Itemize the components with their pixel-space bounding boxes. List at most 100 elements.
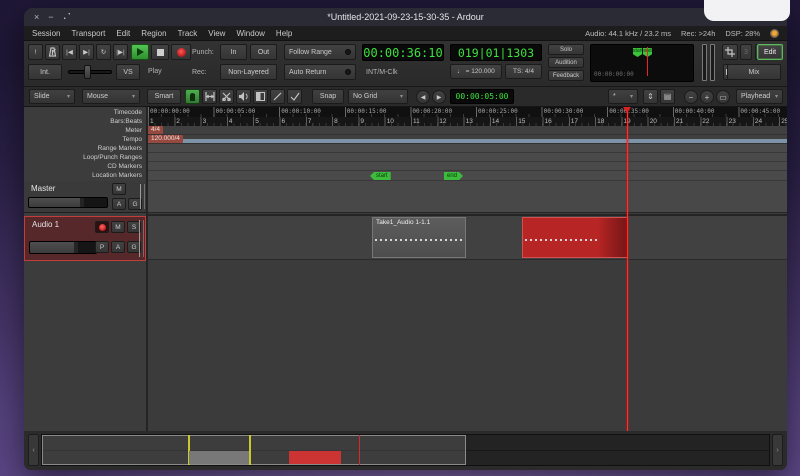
draw-tool-button[interactable] [270, 89, 285, 104]
ruler-label[interactable]: Range Markers [24, 144, 146, 153]
meter-ruler[interactable]: 4/4 [148, 126, 787, 135]
tempo-chip[interactable]: 120.000/4 [148, 135, 183, 143]
audio1-a-button[interactable]: A [111, 241, 125, 253]
audio1-track-header[interactable]: Audio 1 M S P A G [24, 216, 146, 261]
timecode-ruler[interactable]: 00:00:00:0000:00:05:0000:00:10:0000:00:1… [148, 107, 787, 117]
playhead-marker[interactable] [623, 107, 631, 113]
bbt-clock[interactable]: 019|01|1303 [450, 44, 542, 61]
zoom-in-button[interactable]: + [700, 90, 714, 104]
minimize-icon[interactable]: − [48, 13, 53, 22]
menu-item[interactable]: Help [276, 29, 292, 38]
grid-dropdown[interactable]: No Grid▾ [348, 89, 408, 104]
track-name[interactable]: Audio 1 [32, 220, 59, 229]
menu-item[interactable]: View [208, 29, 225, 38]
nudge-clock[interactable]: 00:00:05:00 [450, 89, 514, 104]
nudge-back-button[interactable]: ◀ [416, 90, 430, 104]
play-selection-button[interactable]: |▶| [113, 44, 128, 60]
audio-region-take1[interactable]: Take1_Audio 1-1.1 [372, 217, 466, 258]
mouse-mode-dropdown[interactable]: Mouse▾ [82, 89, 140, 104]
zoom-focus-dropdown[interactable]: Playhead▾ [736, 89, 783, 104]
fullscreen-icon[interactable] [63, 12, 71, 22]
error-log-button[interactable] [770, 29, 779, 38]
audio-region-recording[interactable] [522, 217, 628, 258]
titlebar[interactable]: × − *Untitled-2021-09-23-15-30-35 - Ardo… [24, 8, 787, 26]
menu-item[interactable]: Edit [116, 29, 130, 38]
mixer-tab-button[interactable]: Mix [727, 64, 781, 80]
grab-tool-button[interactable] [185, 89, 200, 104]
page-3-button[interactable]: 3 [740, 44, 752, 60]
editor-window-button[interactable] [722, 44, 738, 60]
feedback-button[interactable]: Feedback [548, 70, 584, 81]
audio1-track-lane[interactable]: Take1_Audio 1-1.1 [148, 216, 787, 260]
zoom-out-button[interactable]: − [684, 90, 698, 104]
main-transport-clock[interactable]: 00:00:36:10 [362, 44, 444, 61]
ruler-label[interactable]: Timecode [24, 107, 146, 117]
summary-view-rectangle[interactable] [42, 435, 466, 465]
zoom-preset-dropdown[interactable]: *▾ [608, 89, 638, 104]
zoom-session-button[interactable]: ▤ [660, 89, 675, 104]
punch-in-button[interactable]: In [220, 44, 247, 60]
master-gain-fader[interactable] [28, 197, 108, 208]
bars-beats-ruler[interactable]: 1234567891011121314151617181920212223242… [148, 117, 787, 126]
smart-mode-button[interactable]: Smart [147, 89, 181, 104]
editor-tab-button[interactable]: Edit [757, 44, 783, 60]
midi-panic-button[interactable]: ! [28, 44, 43, 60]
ruler-label[interactable]: Loop/Punch Ranges [24, 153, 146, 162]
audio1-record-arm-button[interactable] [95, 221, 109, 233]
track-scroll-indicator[interactable] [140, 184, 145, 209]
master-track-lane[interactable] [148, 181, 787, 213]
edit-mode-dropdown[interactable]: Slide▾ [29, 89, 75, 104]
ruler-label[interactable]: Bars:Beats [24, 117, 146, 126]
loop-button[interactable]: ↻ [96, 44, 111, 60]
solo-button[interactable]: Solo [548, 44, 584, 55]
audio1-mute-button[interactable]: M [111, 221, 125, 233]
tempo-ruler[interactable]: 120.000/4 [148, 135, 787, 144]
audio1-gain-fader[interactable] [29, 241, 97, 254]
location-markers-ruler[interactable]: start end [148, 171, 787, 181]
master-a-button[interactable]: A [112, 198, 126, 210]
summary-scroll-right-button[interactable]: › [772, 434, 783, 466]
menu-item[interactable]: Window [236, 29, 264, 38]
time-signature-button[interactable]: TS: 4/4 [505, 64, 542, 79]
range-tool-button[interactable] [202, 89, 217, 104]
audition-tool-button[interactable] [236, 89, 251, 104]
loop-punch-ruler[interactable] [148, 153, 787, 162]
goto-start-button[interactable]: |◀ [62, 44, 77, 60]
zoom-fit-button[interactable]: ▭ [716, 90, 730, 104]
ruler-label[interactable]: Tempo [24, 135, 146, 144]
record-button[interactable] [171, 44, 191, 60]
ruler-label[interactable]: Meter [24, 126, 146, 135]
menu-item[interactable]: Track [178, 29, 198, 38]
shuttle-handle[interactable] [84, 65, 91, 79]
vari-speed-button[interactable]: VS [116, 64, 140, 80]
summary-overview[interactable] [41, 434, 770, 466]
close-icon[interactable]: × [34, 13, 39, 22]
cd-markers-ruler[interactable] [148, 162, 787, 171]
auto-return-button[interactable]: Auto Return [284, 64, 356, 80]
ruler-label[interactable]: CD Markers [24, 162, 146, 171]
record-mode-button[interactable]: Non-Layered [220, 64, 277, 80]
tempo-button[interactable]: ♩ = 120.000 [450, 64, 502, 79]
metronome-button[interactable] [45, 44, 60, 60]
track-name[interactable]: Master [31, 184, 55, 193]
master-mute-button[interactable]: M [112, 183, 126, 195]
track-scroll-indicator[interactable] [139, 220, 144, 257]
play-button[interactable] [131, 44, 149, 60]
audio1-p-button[interactable]: P [95, 241, 109, 253]
end-marker[interactable]: end [444, 172, 463, 180]
meter-chip[interactable]: 4/4 [148, 126, 163, 134]
punch-out-button[interactable]: Out [250, 44, 277, 60]
empty-canvas[interactable] [148, 261, 787, 431]
timefx-tool-button[interactable] [253, 89, 268, 104]
menu-item[interactable]: Session [32, 29, 60, 38]
master-track-header[interactable]: Master M A G [24, 181, 146, 213]
range-markers-ruler[interactable] [148, 144, 787, 153]
audition-button[interactable]: Audition [548, 57, 584, 68]
follow-range-button[interactable]: Follow Range [284, 44, 356, 60]
snap-button[interactable]: Snap [312, 89, 344, 104]
summary-scroll-left-button[interactable]: ‹ [28, 434, 39, 466]
sync-int-button[interactable]: Int. [28, 64, 62, 80]
zoom-vertical-fit-button[interactable]: ⇕ [643, 89, 658, 104]
nudge-forward-button[interactable]: ▶ [432, 90, 446, 104]
menu-item[interactable]: Region [141, 29, 166, 38]
